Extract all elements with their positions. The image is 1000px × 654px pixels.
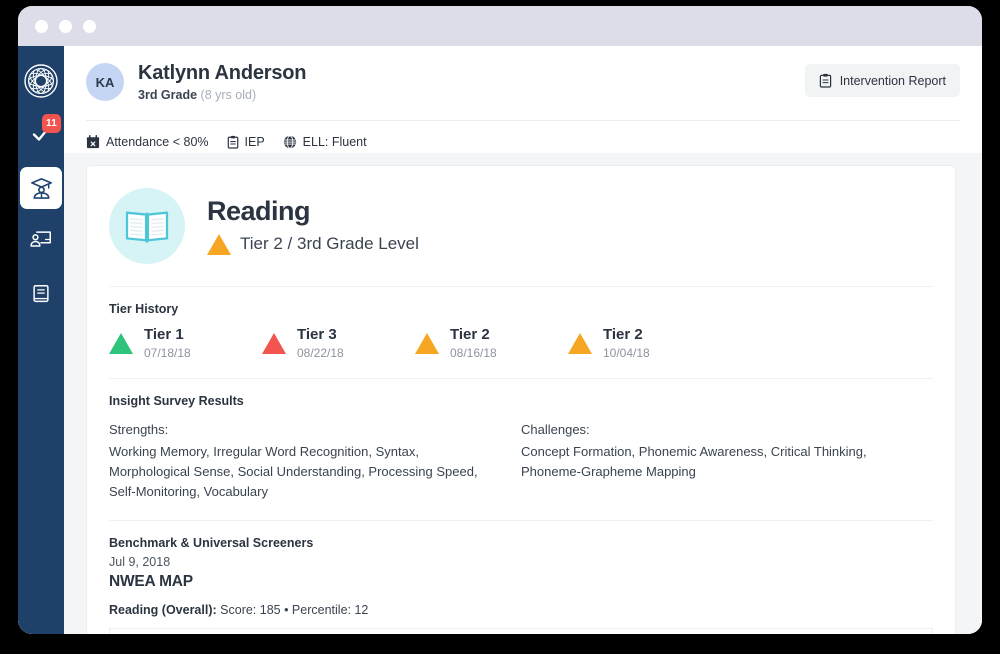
tier-history-title: Tier History — [109, 302, 179, 316]
benchmark-overall-value: Score: 185 • Percentile: 12 — [220, 603, 369, 618]
tier-triangle-icon — [109, 332, 133, 354]
sidebar-item-library[interactable] — [18, 270, 64, 317]
tier-history-section: Tier History Tier 1 07/18/18 Tier 3 08/2… — [109, 287, 933, 379]
student-tags: Attendance < 80% IEP ELL: Fluent — [86, 121, 960, 149]
tier-label: Tier 2 — [603, 326, 643, 343]
subject-tier-level: Tier 2 / 3rd Grade Level — [207, 233, 419, 255]
student-grade: 3rd Grade (8 yrs old) — [138, 88, 306, 102]
tier-label: Tier 3 — [297, 326, 337, 343]
tier-triangle-icon — [262, 332, 286, 354]
student-age: (8 yrs old) — [200, 88, 257, 102]
sidebar-item-students[interactable] — [20, 167, 62, 209]
tier-history-list: Tier 1 07/18/18 Tier 3 08/22/18 Tier 2 0… — [109, 326, 933, 360]
challenges-value: Concept Formation, Phonemic Awareness, C… — [521, 444, 867, 480]
globe-icon — [283, 135, 296, 149]
clipboard-icon — [819, 73, 831, 88]
strengths-label: Strengths: — [109, 422, 169, 437]
left-sidebar: 11 — [18, 46, 64, 634]
insight-survey-section: Insight Survey Results Strengths: Workin… — [109, 379, 933, 522]
tier-triangle-icon — [568, 332, 592, 354]
benchmark-date: Jul 9, 2018 — [109, 555, 171, 570]
measures-table: Measure Score Level Comprehension of Fic… — [109, 628, 933, 634]
tier-label: Tier 1 — [144, 326, 184, 343]
tier-date: 07/18/18 — [144, 346, 191, 360]
challenges-label: Challenges: — [521, 422, 590, 437]
table-header-row: Measure Score Level — [109, 628, 933, 634]
challenges-column: Challenges: Concept Formation, Phonemic … — [521, 422, 933, 502]
clipboard-icon — [227, 135, 238, 149]
strengths-value: Working Memory, Irregular Word Recogniti… — [109, 444, 478, 500]
sidebar-item-classroom[interactable] — [18, 216, 64, 263]
student-header: KA Katlynn Anderson 3rd Grade (8 yrs old… — [64, 46, 982, 153]
presentation-icon — [30, 230, 51, 247]
list-item: Tier 3 08/22/18 — [262, 326, 415, 360]
benchmark-overall-label: Reading (Overall): — [109, 603, 217, 618]
grade-value: 3rd Grade — [138, 88, 198, 102]
tier-date: 08/16/18 — [450, 346, 497, 360]
column-header-level: Level — [782, 628, 933, 634]
content-scroll-area[interactable]: Reading Tier 2 / 3rd Grade Level Tier Hi… — [64, 153, 982, 634]
open-book-icon — [109, 188, 185, 264]
strengths-column: Strengths: Working Memory, Irregular Wor… — [109, 422, 521, 502]
subject-card: Reading Tier 2 / 3rd Grade Level Tier Hi… — [86, 165, 956, 634]
column-header-score: Score — [670, 628, 783, 634]
tag-iep: IEP — [227, 135, 265, 149]
graduation-cap-icon — [30, 177, 52, 199]
tag-attendance: Attendance < 80% — [86, 135, 209, 149]
avatar: KA — [86, 63, 124, 101]
benchmark-overall: Reading (Overall): Score: 185 • Percenti… — [109, 603, 933, 617]
tag-ell: ELL: Fluent — [283, 135, 367, 149]
benchmark-title: Benchmark & Universal Screeners — [109, 536, 314, 551]
column-header-measure: Measure — [109, 628, 671, 634]
list-item: Tier 2 10/04/18 — [568, 326, 721, 360]
intervention-report-button[interactable]: Intervention Report — [804, 64, 960, 97]
tag-iep-label: IEP — [244, 135, 265, 149]
task-count-badge: 11 — [42, 114, 62, 133]
tag-ell-label: ELL: Fluent — [302, 135, 367, 149]
window-titlebar — [18, 6, 982, 46]
list-item: Tier 1 07/18/18 — [109, 326, 262, 360]
subject-tier-label: Tier 2 / 3rd Grade Level — [240, 234, 419, 254]
sidebar-item-tasks[interactable]: 11 — [18, 110, 64, 157]
subject-title: Reading — [207, 196, 311, 227]
benchmark-test-name: NWEA MAP — [109, 573, 193, 591]
app-logo[interactable] — [18, 52, 64, 110]
tier-date: 10/04/18 — [603, 346, 650, 360]
tier-date: 08/22/18 — [297, 346, 344, 360]
main-content: KA Katlynn Anderson 3rd Grade (8 yrs old… — [64, 46, 982, 634]
book-icon — [33, 284, 49, 302]
calendar-x-icon — [86, 135, 100, 149]
intervention-report-label: Intervention Report — [839, 73, 946, 88]
page-title: Katlynn Anderson — [138, 62, 307, 84]
tag-attendance-label: Attendance < 80% — [106, 135, 209, 149]
insight-survey-title: Insight Survey Results — [109, 394, 244, 408]
tier-triangle-icon — [207, 233, 231, 255]
maximize-window-button[interactable] — [83, 19, 96, 33]
tier-triangle-icon — [415, 332, 439, 354]
browser-window: 11 KA Katlynn Anderson 3rd Grade (8 yrs … — [18, 6, 982, 634]
close-window-button[interactable] — [35, 19, 48, 33]
subject-header: Reading Tier 2 / 3rd Grade Level — [109, 166, 933, 287]
minimize-window-button[interactable] — [59, 19, 72, 33]
benchmark-section: Benchmark & Universal Screeners Jul 9, 2… — [109, 521, 933, 634]
list-item: Tier 2 08/16/18 — [415, 326, 568, 360]
tier-label: Tier 2 — [450, 326, 490, 343]
